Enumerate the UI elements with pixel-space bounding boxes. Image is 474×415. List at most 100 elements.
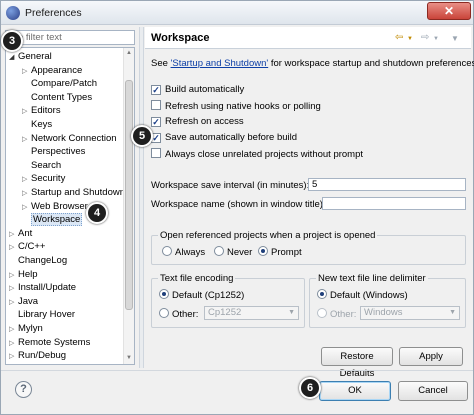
tree-item-library-hover[interactable]: Library Hover [9,308,75,321]
tree-item-web-browser[interactable]: ▷ Web Browser [22,200,88,213]
workspace-name-label: Workspace name (shown in window title): [151,199,326,210]
save-before-build-checkbox[interactable]: ✓ Save automatically before build [151,132,297,145]
encoding-other-radio[interactable]: Other: [159,308,198,320]
tree-item-compare-patch[interactable]: Compare/Patch [22,77,97,90]
page-title: Workspace [151,32,210,44]
tree-item-java[interactable]: ▷ Java [9,295,38,308]
tree-item-changelog[interactable]: ChangeLog [9,254,67,267]
tree-item-editors[interactable]: ▷ Editors [22,104,61,117]
tree-item-label: Appearance [31,64,83,76]
tree-item-remote-systems[interactable]: ▷ Remote Systems [9,336,90,349]
expand-icon[interactable]: ▷ [22,173,31,186]
expand-icon[interactable]: ▷ [9,350,18,363]
scroll-up-icon[interactable]: ▲ [125,49,133,57]
checkbox-label: Refresh using native hooks or polling [165,101,321,112]
tree-item-label: Compare/Patch [31,78,98,90]
close-unrelated-projects-checkbox[interactable]: Always close unrelated projects without … [151,148,363,161]
text-file-encoding-group: Text file encoding Default (Cp1252) Othe… [151,273,305,328]
ok-button[interactable]: OK [319,381,391,401]
apply-button[interactable]: Apply [399,347,463,366]
checkbox-icon[interactable]: ✓ [151,85,161,95]
forward-arrow-icon[interactable]: ⇨ [421,32,429,43]
tree-scrollbar[interactable]: ▲ ▼ [123,48,134,364]
filter-input[interactable] [8,31,132,44]
forward-menu-icon[interactable]: ▼ [433,36,439,42]
radio-always[interactable]: Always [162,246,205,258]
expand-icon[interactable]: ▷ [9,296,18,309]
group-title: Open referenced projects when a project … [158,230,378,241]
close-button[interactable]: ✕ [427,2,471,20]
tree-item-security[interactable]: ▷ Security [22,172,65,185]
save-interval-input[interactable]: 5 [308,178,466,191]
eclipse-icon [6,6,20,20]
radio-icon[interactable] [317,308,327,318]
startup-shutdown-link[interactable]: 'Startup and Shutdown' [171,58,269,69]
scroll-down-icon[interactable]: ▼ [125,354,133,362]
checkbox-icon[interactable]: ✓ [151,117,161,127]
delimiter-combo[interactable]: Windows ▼ [360,306,460,320]
radio-never[interactable]: Never [214,246,252,258]
radio-icon[interactable] [214,246,224,256]
expand-icon[interactable]: ▷ [9,228,18,241]
tree-item-run-debug[interactable]: ▷ Run/Debug [9,349,66,362]
expand-icon[interactable]: ▷ [9,323,18,336]
expand-icon[interactable]: ▷ [9,282,18,295]
encoding-default-radio[interactable]: Default (Cp1252) [159,289,244,301]
encoding-combo[interactable]: Cp1252 ▼ [204,306,299,320]
scrollbar-thumb[interactable] [125,80,133,310]
restore-defaults-button[interactable]: Restore Defaults [321,347,393,379]
checkbox-icon[interactable] [151,148,161,158]
view-menu-icon[interactable]: ▼ [451,34,459,43]
expand-icon[interactable]: ▷ [9,241,18,254]
chevron-down-icon: ▼ [449,309,456,316]
expand-icon[interactable]: ▷ [22,187,31,200]
tree-item-appearance[interactable]: ▷ Appearance [22,64,82,77]
radio-prompt[interactable]: Prompt [258,246,302,258]
expand-icon[interactable]: ▷ [22,105,31,118]
refresh-native-hooks-checkbox[interactable]: Refresh using native hooks or polling [151,100,321,113]
tree-item-label: General [18,51,52,62]
build-automatically-checkbox[interactable]: ✓ Build automatically [151,84,244,97]
tree-item-content-types[interactable]: Content Types [22,91,92,104]
tree-item-label: Run/Debug [18,350,67,362]
expand-icon[interactable]: ▷ [22,201,31,214]
tree-item-keys[interactable]: Keys [22,118,52,131]
tree-item-install-update[interactable]: ▷ Install/Update [9,281,76,294]
radio-label: Default (Windows) [330,290,408,301]
expand-icon[interactable]: ▷ [22,65,31,78]
delimiter-default-radio[interactable]: Default (Windows) [317,289,408,301]
checkbox-label: Save automatically before build [165,132,298,143]
expand-icon[interactable]: ▷ [9,269,18,282]
cancel-button[interactable]: Cancel [398,381,468,401]
expand-icon[interactable]: ▷ [9,337,18,350]
tree-item-c-c-[interactable]: ▷ C/C++ [9,240,45,253]
delimiter-other-radio[interactable]: Other: [317,308,356,320]
tree-item-workspace[interactable]: Workspace [22,213,83,227]
tree-item-ant[interactable]: ▷ Ant [9,227,32,240]
tree-item-search[interactable]: Search [22,159,61,172]
workspace-name-input[interactable] [322,197,466,210]
radio-icon[interactable] [159,289,169,299]
help-icon[interactable]: ? [15,381,32,398]
tree-item-perspectives[interactable]: Perspectives [22,145,85,158]
tree-item-general[interactable]: ◢ General [9,50,52,63]
collapse-icon[interactable]: ◢ [9,51,18,64]
checkbox-icon[interactable] [151,100,161,110]
radio-icon[interactable] [159,308,169,318]
tree-item-label: Startup and Shutdown [31,187,126,198]
tree-item-network-connection[interactable]: ▷ Network Connection [22,132,117,145]
tree-item-help[interactable]: ▷ Help [9,268,38,281]
refresh-on-access-checkbox[interactable]: ✓ Refresh on access [151,116,244,129]
tree-item-mylyn[interactable]: ▷ Mylyn [9,322,43,335]
tree-item-startup-and-shutdown[interactable]: ▷ Startup and Shutdown [22,186,125,199]
tree-item-label: Mylyn [18,323,43,334]
radio-icon[interactable] [317,289,327,299]
page-description: See 'Startup and Shutdown' for workspace… [151,58,474,69]
radio-icon[interactable] [162,246,172,256]
splitter[interactable] [139,27,144,368]
expand-icon[interactable]: ▷ [22,133,31,146]
workspace-page: Workspace ⇦ ▼ ⇨ ▼ ▼ See 'Startup and Shu… [145,27,474,379]
back-menu-icon[interactable]: ▼ [407,36,413,42]
back-arrow-icon[interactable]: ⇦ [395,32,403,43]
radio-icon[interactable] [258,246,268,256]
